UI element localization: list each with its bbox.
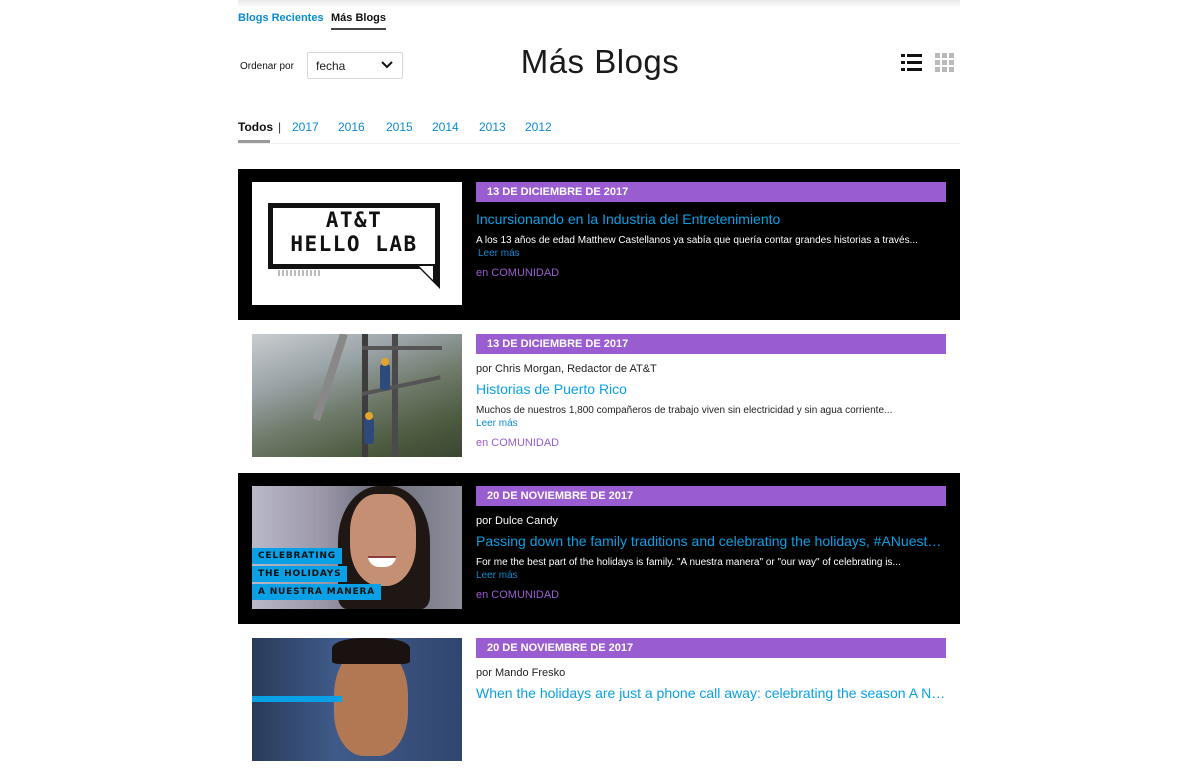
thumb-worker-helmet	[381, 358, 389, 366]
logo-shadow	[278, 270, 322, 276]
post-excerpt: Muchos de nuestros 1,800 compañeros de t…	[476, 405, 893, 416]
top-shadow	[238, 0, 960, 8]
year-filter-2014[interactable]: 2014	[432, 120, 459, 134]
post-info: 20 DE NOVIEMBRE DE 2017 por Mando Fresko…	[476, 638, 946, 701]
post-author: por Chris Morgan, Redactor de AT&T	[476, 363, 657, 375]
year-filter-2012[interactable]: 2012	[525, 120, 552, 134]
filter-divider	[238, 143, 960, 144]
thumb-label: CELEBRATING	[252, 548, 342, 564]
thumb-tower-beam	[361, 375, 441, 396]
year-filter-2013[interactable]: 2013	[479, 120, 506, 134]
post-info: 13 DE DICIEMBRE DE 2017 por Chris Morgan…	[476, 334, 946, 449]
logo-line-1: AT&T	[325, 208, 383, 232]
thumb-pole	[312, 334, 348, 421]
post-date: 20 DE NOVIEMBRE DE 2017	[476, 486, 946, 506]
post-date: 13 DE DICIEMBRE DE 2017	[476, 182, 946, 202]
post-title-link[interactable]: When the holidays are just a phone call …	[476, 685, 946, 701]
logo-line-2: HELLO LAB	[290, 232, 418, 256]
speech-bubble-tail-inner	[419, 266, 433, 280]
post-thumbnail[interactable]: CELEBRATING THE HOLIDAYS A NUESTRA MANER…	[252, 486, 462, 609]
thumb-person-hair	[332, 638, 410, 664]
post-title-link[interactable]: Incursionando en la Industria del Entret…	[476, 211, 946, 227]
post-author: por Dulce Candy	[476, 515, 558, 527]
thumb-worker	[380, 364, 390, 390]
year-filter-all[interactable]: Todos	[238, 120, 273, 134]
thumb-tower-beam	[362, 346, 442, 350]
read-more-link[interactable]: Leer más	[476, 570, 946, 581]
post-info: 20 DE NOVIEMBRE DE 2017 por Dulce Candy …	[476, 486, 946, 601]
post-category[interactable]: en COMUNIDAD	[476, 437, 946, 449]
year-filter-2016[interactable]: 2016	[338, 120, 365, 134]
read-more-link[interactable]: Leer más	[476, 248, 946, 259]
post-category[interactable]: en COMUNIDAD	[476, 589, 946, 601]
read-more-link[interactable]: Leer más	[476, 418, 946, 429]
post-thumbnail[interactable]	[252, 334, 462, 457]
post-date: 20 DE NOVIEMBRE DE 2017	[476, 638, 946, 658]
post-info: 13 DE DICIEMBRE DE 2017 Incursionando en…	[476, 182, 946, 279]
tab-blogs-recientes[interactable]: Blogs Recientes	[238, 12, 324, 24]
thumb-worker	[364, 418, 374, 444]
grid-view-icon[interactable]	[935, 53, 955, 73]
year-filter-2017[interactable]: 2017	[292, 120, 319, 134]
thumb-tower-beam	[392, 334, 398, 457]
blog-card: CELEBRATING THE HOLIDAYS A NUESTRA MANER…	[238, 473, 960, 624]
post-excerpt: A los 13 años de edad Matthew Castellano…	[476, 235, 918, 246]
blog-card: 20 DE NOVIEMBRE DE 2017 por Mando Fresko…	[238, 625, 960, 776]
thumb-label: A NUESTRA MANERA	[252, 584, 382, 600]
thumb-worker-helmet	[365, 412, 373, 420]
thumbnail-logo-text: AT&T HELLO LAB	[268, 208, 440, 256]
thumb-label-bar	[252, 696, 342, 702]
post-title-link[interactable]: Passing down the family traditions and c…	[476, 533, 946, 549]
year-filter-separator: |	[278, 120, 282, 134]
post-date: 13 DE DICIEMBRE DE 2017	[476, 334, 946, 354]
list-view-icon[interactable]	[901, 53, 922, 73]
page-title: Más Blogs	[520, 43, 680, 80]
thumb-person-face	[350, 494, 416, 586]
post-category[interactable]: en COMUNIDAD	[476, 267, 946, 279]
post-thumbnail[interactable]: AT&T HELLO LAB	[252, 182, 462, 305]
thumb-label: THE HOLIDAYS	[252, 566, 348, 582]
tab-mas-blogs[interactable]: Más Blogs	[331, 12, 387, 30]
blog-card: AT&T HELLO LAB 13 DE DICIEMBRE DE 2017 I…	[238, 169, 960, 320]
blog-card: 13 DE DICIEMBRE DE 2017 por Chris Morgan…	[238, 321, 960, 472]
post-author: por Mando Fresko	[476, 667, 566, 679]
year-filter-2015[interactable]: 2015	[386, 120, 413, 134]
post-title-link[interactable]: Historias de Puerto Rico	[476, 381, 946, 397]
post-excerpt: For me the best part of the holidays is …	[476, 557, 901, 568]
